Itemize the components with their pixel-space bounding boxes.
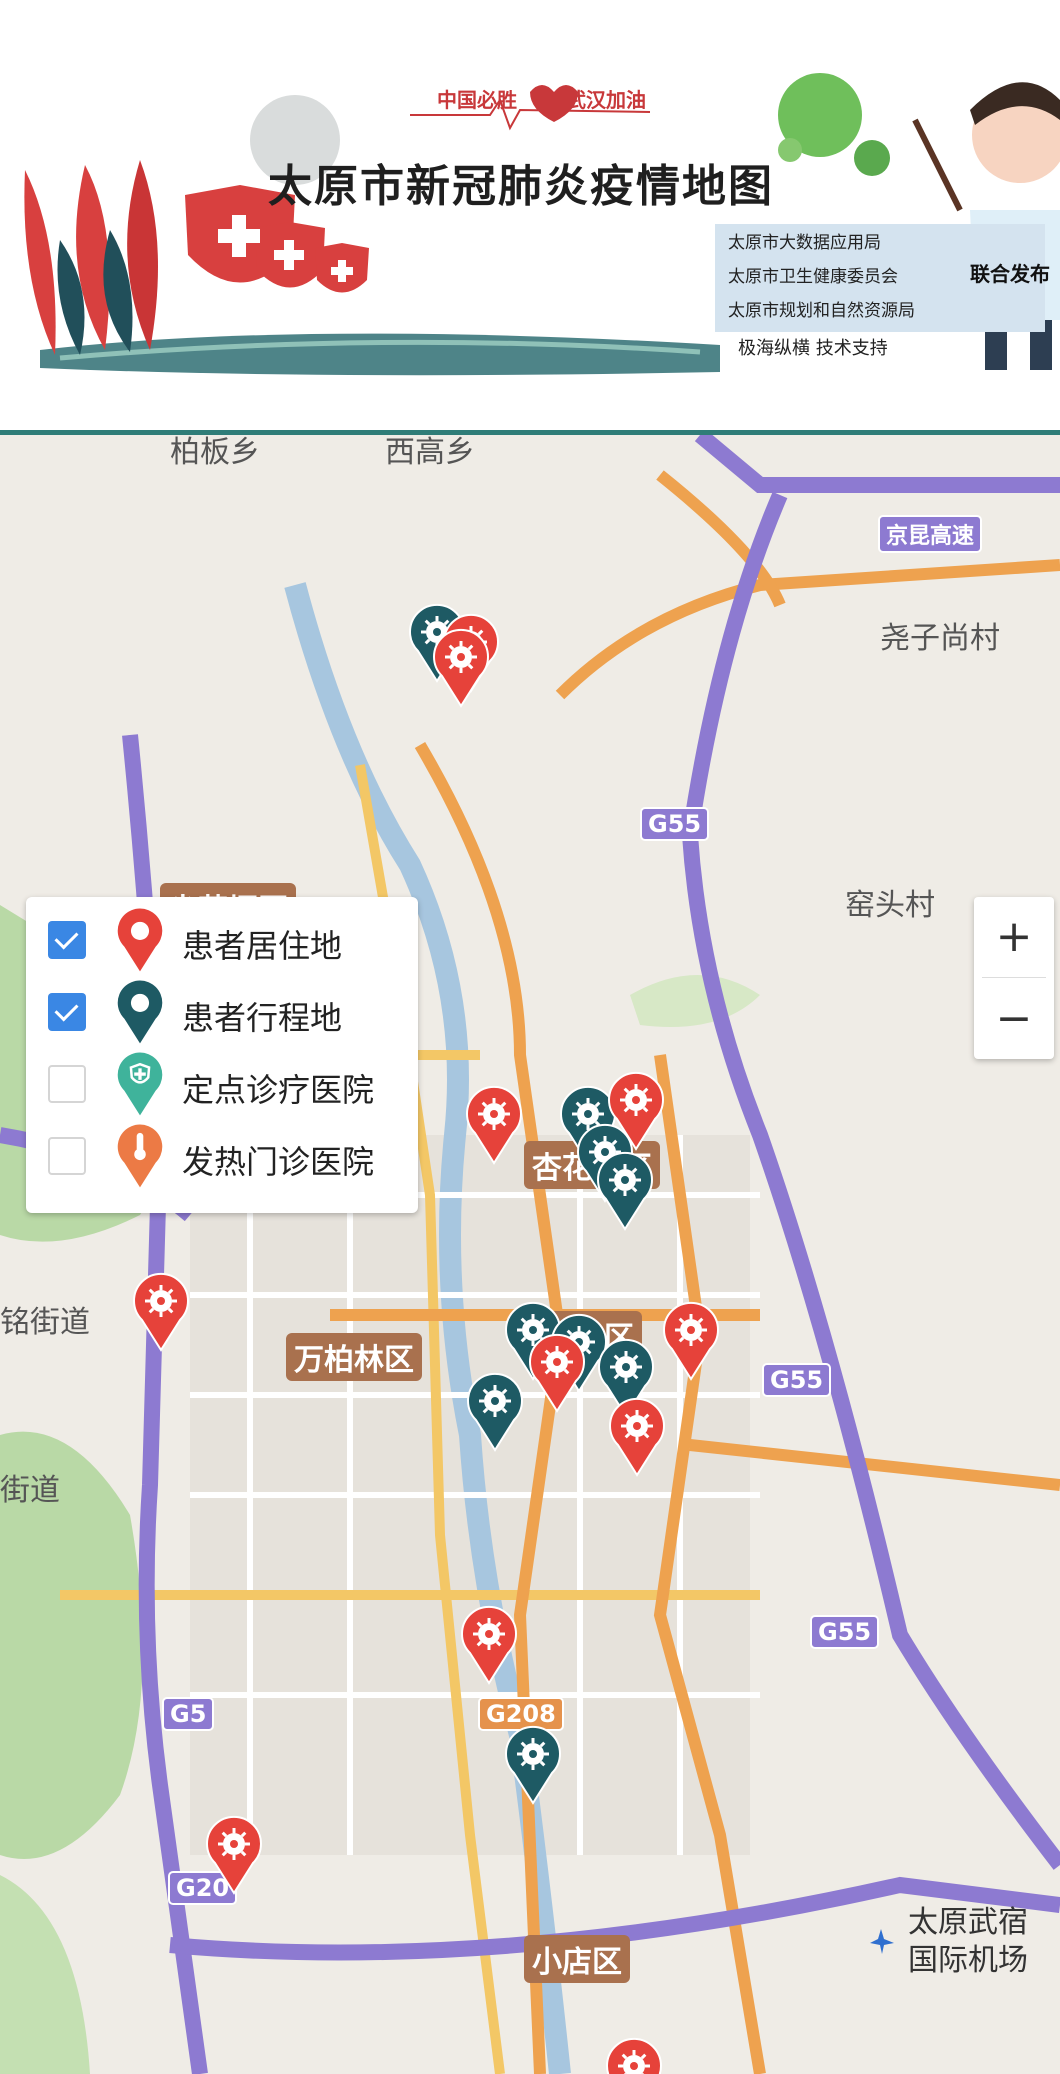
road-shield: G55 [810, 1615, 880, 1649]
patient-itinerary-marker[interactable] [502, 1725, 564, 1805]
patient-residence-marker[interactable] [203, 1815, 265, 1895]
slogan-left: 中国必胜 [437, 88, 517, 112]
patient-residence-marker[interactable] [660, 1301, 722, 1381]
legend-label: 患者居住地 [182, 927, 343, 965]
virus-pin-icon [117, 980, 163, 1044]
patient-residence-marker[interactable] [526, 1333, 588, 1413]
banner-illustration [24, 73, 1060, 376]
slogan-right: 武汉加油 [566, 88, 646, 112]
patient-residence-marker[interactable] [458, 1605, 520, 1685]
legend-checkbox[interactable] [48, 993, 86, 1031]
place-label: 铭街道 [0, 1305, 90, 1340]
district-label: 小店区 [524, 1935, 630, 1983]
zoom-divider [982, 977, 1046, 978]
legend-label: 发热门诊医院 [182, 1143, 375, 1181]
patient-residence-marker[interactable] [430, 628, 492, 708]
tech-support: 极海纵横 技术支持 [738, 338, 888, 359]
thermometer-pin-icon [117, 1124, 163, 1188]
place-label: 西高乡 [385, 435, 475, 470]
legend-item-designated-hospital[interactable]: 定点诊疗医院 [48, 1051, 408, 1116]
legend-label: 患者行程地 [182, 999, 343, 1037]
patient-itinerary-marker[interactable] [464, 1372, 526, 1452]
patient-residence-marker[interactable] [130, 1272, 192, 1352]
patient-residence-marker[interactable] [606, 1397, 668, 1477]
patient-residence-marker[interactable] [603, 2037, 665, 2074]
patient-itinerary-marker[interactable] [594, 1151, 656, 1231]
legend-checkbox[interactable] [48, 921, 86, 959]
legend-panel: 患者居住地 患者行程地 定点诊疗医院 发热门诊医院 [26, 897, 418, 1213]
joint-release: 联合发布 [970, 262, 1050, 286]
place-label: 国际机场 [908, 1943, 1028, 1978]
zoom-control: + − [974, 897, 1054, 1059]
map-view[interactable]: 柏板乡 西高乡 尧子尚村 窑头村 铭街道 街道 太原武宿 国际机场 尖草坪区 杏… [0, 435, 1060, 2074]
legend-item-itinerary[interactable]: 患者行程地 [48, 979, 408, 1044]
agency-2: 太原市卫生健康委员会 [728, 267, 898, 287]
agency-3: 太原市规划和自然资源局 [728, 301, 915, 321]
district-label: 万柏林区 [286, 1333, 422, 1381]
road-shield: G55 [640, 807, 710, 841]
virus-pin-icon [117, 908, 163, 972]
airport-icon [870, 1929, 894, 1954]
legend-checkbox[interactable] [48, 1137, 86, 1175]
road-shield: G55 [762, 1363, 832, 1397]
place-label: 尧子尚村 [880, 621, 1000, 656]
patient-residence-marker[interactable] [463, 1085, 525, 1165]
legend-label: 定点诊疗医院 [182, 1071, 375, 1109]
place-label: 柏板乡 [170, 435, 260, 470]
place-label: 窑头村 [845, 888, 935, 923]
agency-1: 太原市大数据应用局 [728, 233, 881, 253]
map-base [0, 435, 1060, 2074]
page-title: 太原市新冠肺炎疫情地图 [268, 161, 774, 212]
legend-item-fever-clinic[interactable]: 发热门诊医院 [48, 1123, 408, 1188]
legend-checkbox[interactable] [48, 1065, 86, 1103]
zoom-out-button[interactable]: − [974, 979, 1054, 1059]
legend-item-residence[interactable]: 患者居住地 [48, 907, 408, 972]
banner: 中国必胜 武汉加油 太原市新冠肺炎疫情地图 太原市大数据应用局 太原市卫生健康委… [0, 0, 1060, 430]
zoom-in-button[interactable]: + [974, 897, 1054, 977]
road-shield: 京昆高速 [878, 515, 983, 553]
road-shield: G5 [162, 1697, 215, 1731]
shield-cross-pin-icon [117, 1052, 163, 1116]
place-label: 街道 [0, 1473, 60, 1508]
